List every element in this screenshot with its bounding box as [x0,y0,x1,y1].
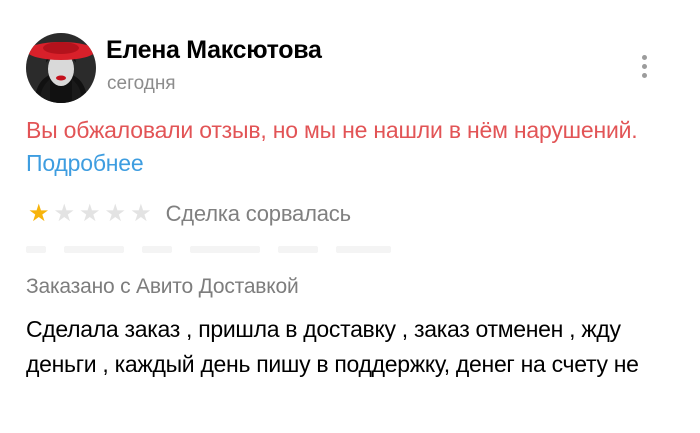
appeal-notice: Вы обжаловали отзыв, но мы не нашли в нё… [26,114,666,180]
more-options-button[interactable] [634,50,654,82]
review-date: сегодня [107,73,176,94]
star-icon: ★ [79,200,101,227]
star-icon: ★ [104,200,127,227]
faded-divider [26,244,446,254]
appeal-notice-text: Вы обжаловали отзыв, но мы не нашли в нё… [26,117,638,143]
vertical-dots-icon [641,63,647,69]
rating-label: Сделка сорвалась [165,201,351,226]
review-text: Сделала заказ , пришла в доставку , зака… [26,316,639,377]
star-icon: ★ [28,200,50,227]
avatar-image [26,33,96,103]
review-card: Елена Максютова сегодня Вы обжаловали от… [0,0,700,433]
vertical-dots-icon [641,54,647,60]
rating-row: ★ ★ ★ ★ ★ Сделка сорвалась [28,200,351,228]
vertical-dots-icon [641,72,647,78]
star-icon: ★ [130,200,152,227]
more-link[interactable]: Подробнее [26,150,144,176]
avatar[interactable] [26,33,96,103]
author-name[interactable]: Елена Максютова [106,36,322,65]
delivery-label: Заказано с Авито Доставкой [26,275,299,298]
star-icon: ★ [53,200,76,227]
rating-stars: ★ ★ ★ ★ ★ [28,202,152,226]
